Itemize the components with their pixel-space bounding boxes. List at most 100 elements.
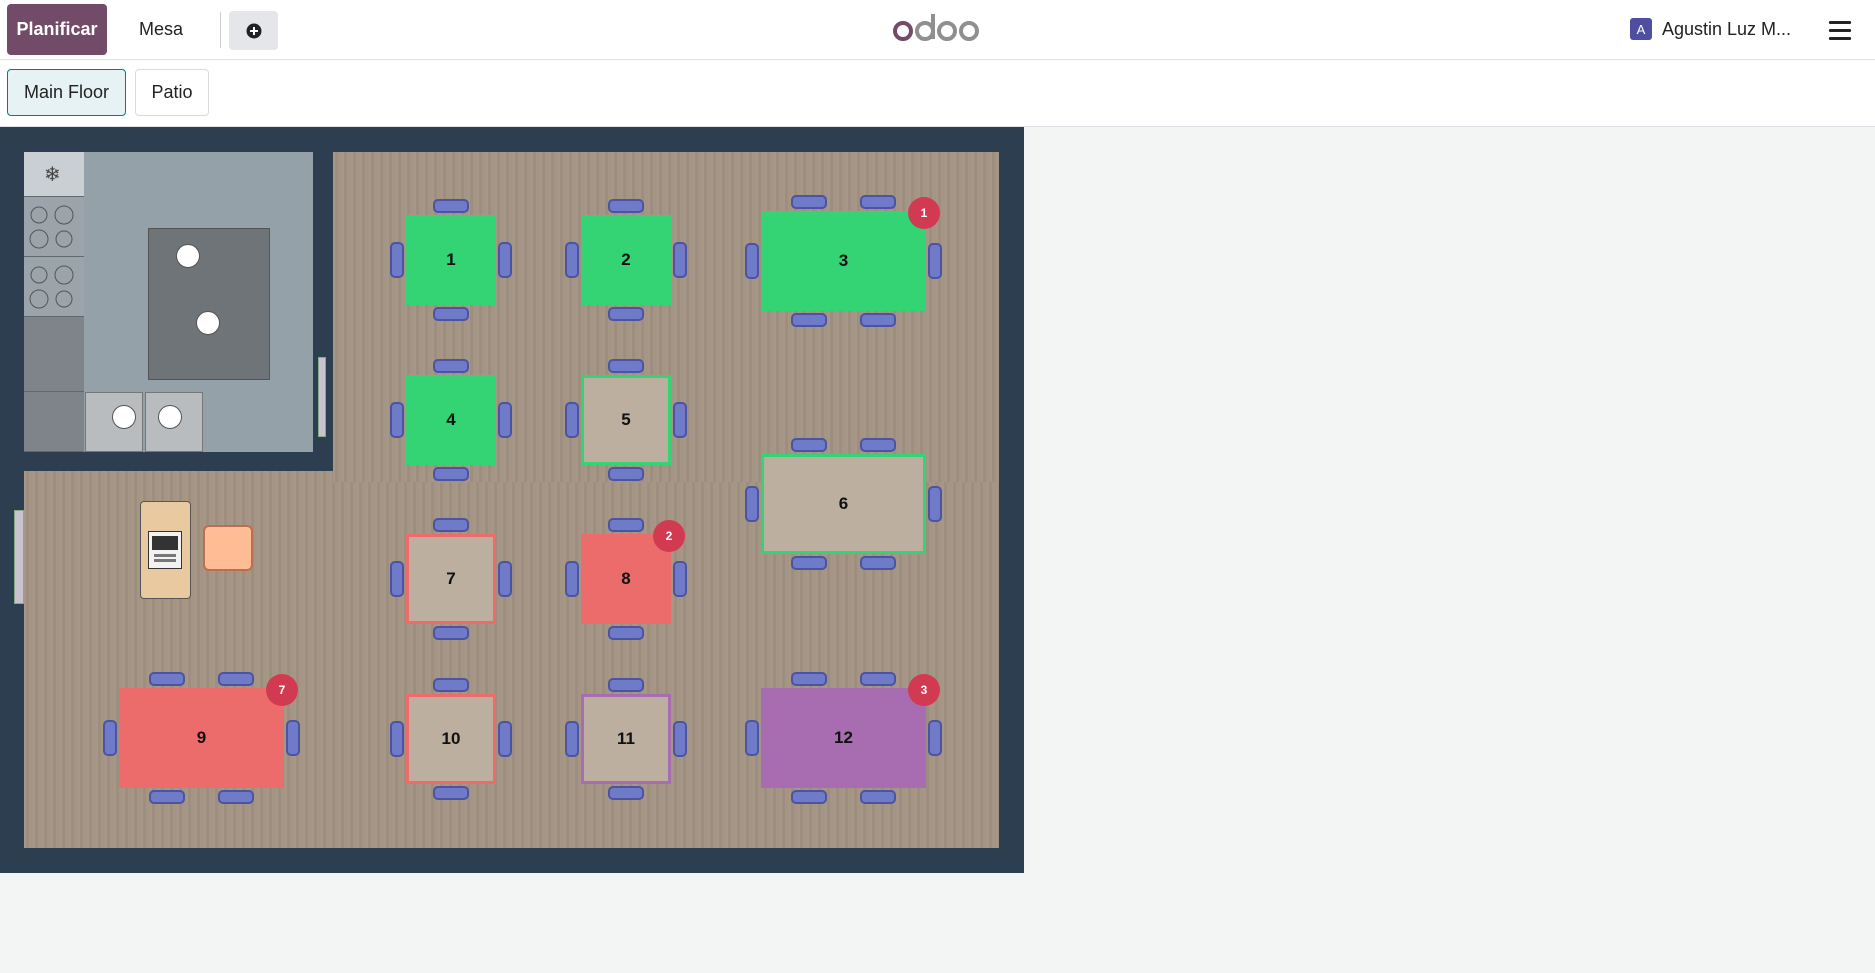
chair [433,678,469,692]
snowflake-icon: ❄ [44,164,61,186]
chair [498,242,512,278]
chair [608,467,644,481]
chair [433,307,469,321]
chair [673,242,687,278]
table-6[interactable]: 6 [761,454,926,554]
chair [745,486,759,522]
table-number: 11 [617,729,635,748]
chair [390,402,404,438]
kitchen-door [318,357,326,437]
odoo-logo [892,10,980,55]
table-number: 12 [834,728,853,747]
user-name: Agustin Luz M... [1662,18,1792,39]
sink [85,392,143,452]
chair [673,721,687,757]
chair [433,467,469,481]
cash-register-icon [148,531,182,569]
stove-burners-icon [29,205,74,249]
chair [860,438,896,452]
floor-selector: Main Floor Patio [0,60,1875,127]
table-12[interactable]: 12 [761,688,926,788]
order-count-badge: 2 [653,520,685,552]
chair [791,195,827,209]
chair [565,242,579,278]
table-button[interactable]: Mesa [120,4,202,55]
counter-top [24,317,84,392]
table-number: 5 [621,410,631,429]
faucet-icon [112,405,136,429]
chair [608,359,644,373]
table-11[interactable]: 11 [581,694,671,784]
avatar: A [1630,18,1652,40]
table-10[interactable]: 10 [406,694,496,784]
table-number: 4 [446,410,456,429]
chair [608,678,644,692]
chair [608,626,644,640]
chair [218,672,254,686]
add-floor-button[interactable] [229,11,278,50]
chair [791,438,827,452]
sink [145,392,203,452]
chair [565,402,579,438]
chair [149,672,185,686]
chair [745,243,759,279]
chair [791,790,827,804]
chair [860,556,896,570]
chair [498,721,512,757]
chair [608,518,644,532]
plan-button[interactable]: Planificar [7,4,107,55]
table-7[interactable]: 7 [406,534,496,624]
table-4[interactable]: 4 [406,375,496,465]
faucet-icon [158,405,182,429]
user-menu[interactable]: A Agustin Luz M... [1630,18,1791,40]
chair [390,242,404,278]
floor-plan: ❄ 1 2 3 1 4 5 6 7 8 2 9 7 10 11 12 3 [0,127,1024,873]
table-number: 8 [621,569,631,588]
table-5[interactable]: 5 [581,375,671,465]
table-number: 9 [196,728,207,747]
stove [24,257,84,317]
plus-circle-icon [246,23,261,38]
entrance-door [14,510,24,604]
chair [498,402,512,438]
order-count-badge: 1 [908,197,940,229]
table-9[interactable]: 9 [119,688,284,788]
chair [286,720,300,756]
order-count-badge: 7 [266,674,298,706]
hamburger-menu-icon[interactable] [1829,21,1851,45]
chair [608,307,644,321]
chair [433,199,469,213]
chair [608,199,644,213]
chair [860,313,896,327]
table-1[interactable]: 1 [406,215,496,305]
freezer: ❄ [24,152,84,197]
armchair [203,525,253,571]
table-number: 1 [446,250,456,269]
separator [220,12,221,48]
top-navbar: Planificar Mesa A Agustin Luz M... [0,0,1875,60]
chair [928,243,942,279]
floor-tab-main-floor[interactable]: Main Floor [7,69,126,116]
chair [791,313,827,327]
chair [673,561,687,597]
chair [565,721,579,757]
stove [24,197,84,257]
chair [433,359,469,373]
chair [860,672,896,686]
plate-icon [196,311,220,335]
chair [103,720,117,756]
table-number: 2 [621,250,631,269]
table-3[interactable]: 3 [761,211,926,311]
chair [928,720,942,756]
chair [860,195,896,209]
table-number: 7 [446,569,456,588]
chair [791,556,827,570]
chair [433,518,469,532]
order-count-badge: 3 [908,674,940,706]
floor-tab-patio[interactable]: Patio [135,69,209,116]
stove-burners-icon [29,265,74,309]
table-number: 10 [441,729,461,748]
chair [149,790,185,804]
chair [745,720,759,756]
table-2[interactable]: 2 [581,215,671,305]
